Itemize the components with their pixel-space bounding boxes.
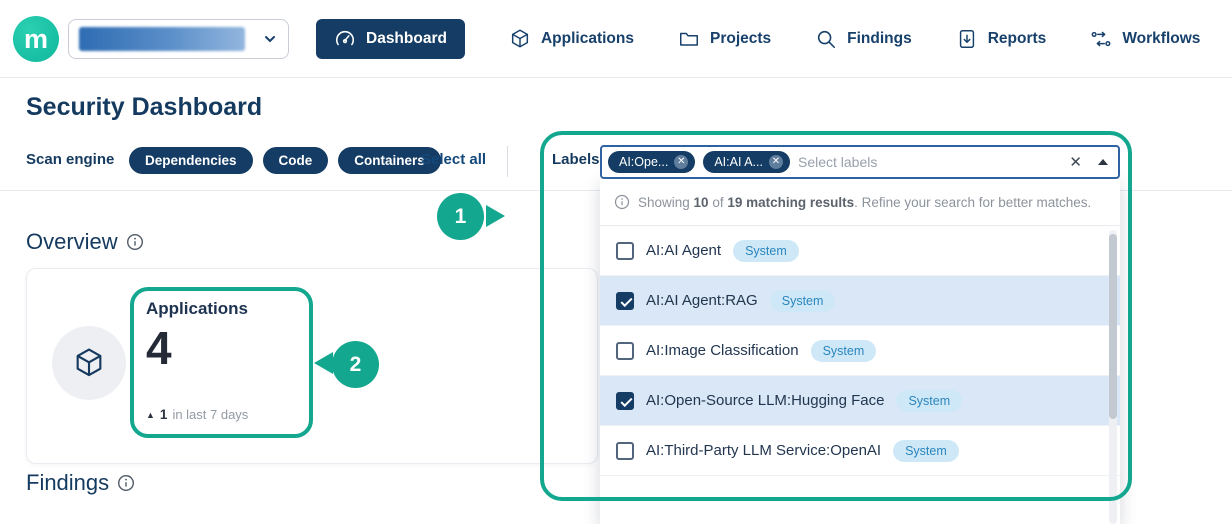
nav-item-projects[interactable]: Projects [678, 19, 771, 59]
labels-label: Labels [552, 151, 600, 168]
engine-pill-code[interactable]: Code [263, 147, 329, 174]
nav-item-findings[interactable]: Findings [815, 19, 912, 59]
system-badge: System [733, 240, 799, 262]
system-badge: System [893, 440, 959, 462]
cube-icon [509, 28, 531, 50]
checkbox[interactable] [616, 342, 634, 360]
chip-remove-icon[interactable]: ✕ [674, 155, 688, 169]
labels-dropdown-panel: Showing 10 of 19 matching results. Refin… [600, 179, 1120, 524]
clear-selection-icon[interactable]: ✕ [1069, 153, 1082, 171]
option-label: AI:Image Classification [646, 342, 799, 359]
scan-engine-label: Scan engine [26, 151, 114, 168]
brand-logo-letter: m [24, 24, 48, 55]
delta-caption: in last 7 days [172, 407, 248, 422]
select-all-link[interactable]: Select all [421, 151, 486, 168]
info-icon [614, 194, 630, 210]
organization-selector[interactable] [68, 19, 289, 59]
labels-placeholder: Select labels [798, 154, 1061, 170]
organization-name-redacted [79, 27, 245, 51]
engine-pill-dependencies[interactable]: Dependencies [129, 147, 253, 174]
labels-select-input[interactable]: AI:Ope... ✕ AI:AI A... ✕ Select labels ✕ [600, 145, 1120, 179]
nav-item-reports[interactable]: Reports [956, 19, 1047, 59]
label-option[interactable]: AI:Image Classification System [600, 326, 1120, 376]
brand-logo[interactable]: m [13, 16, 59, 62]
filter-divider [507, 146, 508, 177]
stat-delta: ▲ 1 in last 7 days [146, 407, 248, 422]
delta-value: 1 [160, 407, 168, 422]
nav-label: Dashboard [366, 30, 447, 48]
stat-title: Applications [146, 299, 248, 319]
stat-value: 4 [146, 323, 172, 374]
option-label: AI:AI Agent:RAG [646, 292, 758, 309]
checkbox[interactable] [616, 292, 634, 310]
report-document-icon [956, 28, 978, 50]
caret-up-icon[interactable] [1098, 159, 1108, 165]
label-chip[interactable]: AI:AI A... ✕ [703, 151, 790, 173]
checkbox[interactable] [616, 392, 634, 410]
dashboard-gauge-icon [334, 28, 356, 50]
callout-2-arrow [314, 352, 333, 374]
label-chip[interactable]: AI:Ope... ✕ [608, 151, 695, 173]
callout-2-number: 2 [332, 341, 379, 388]
findings-heading: Findings [26, 470, 135, 496]
nav-label: Findings [847, 30, 912, 48]
option-label: AI:AI Agent [646, 242, 721, 259]
nav-label: Reports [988, 30, 1047, 48]
folder-icon [678, 28, 700, 50]
system-badge: System [811, 340, 877, 362]
delta-up-icon: ▲ [146, 410, 155, 420]
option-label: AI:Open-Source LLM:Hugging Face [646, 392, 884, 409]
nav-label: Projects [710, 30, 771, 48]
dropdown-scrollbar-track[interactable] [1109, 230, 1117, 524]
applications-stat-card: Applications 4 ▲ 1 in last 7 days [26, 268, 598, 464]
magnifier-icon [815, 28, 837, 50]
label-option[interactable]: AI:Open-Source LLM:Hugging Face System [600, 376, 1120, 426]
overview-heading-text: Overview [26, 229, 118, 255]
summary-text: Showing 10 of 19 matching results. Refin… [638, 195, 1091, 210]
dropdown-scrollbar-thumb[interactable] [1109, 234, 1117, 419]
label-chip-text: AI:Ope... [619, 155, 668, 169]
cube-icon [72, 346, 106, 380]
card-icon-circle [52, 326, 126, 400]
nav-label: Workflows [1122, 30, 1200, 48]
info-icon[interactable] [126, 233, 144, 251]
page-title: Security Dashboard [26, 93, 262, 122]
callout-1-number: 1 [437, 193, 484, 240]
nav-label: Applications [541, 30, 634, 48]
callout-1-arrow [486, 205, 505, 227]
option-label: AI:Third-Party LLM Service:OpenAI [646, 442, 881, 459]
system-badge: System [770, 290, 836, 312]
results-summary: Showing 10 of 19 matching results. Refin… [600, 179, 1120, 226]
findings-heading-text: Findings [26, 470, 109, 496]
workflow-icon [1090, 28, 1112, 50]
chevron-down-icon [262, 31, 278, 47]
chip-remove-icon[interactable]: ✕ [769, 155, 783, 169]
checkbox[interactable] [616, 242, 634, 260]
scan-engine-pills: Dependencies Code Containers [129, 147, 441, 174]
label-chip-text: AI:AI A... [714, 155, 763, 169]
nav-item-applications[interactable]: Applications [509, 19, 634, 59]
main-nav: Dashboard Applications Projects Findings… [316, 19, 1200, 59]
info-icon[interactable] [117, 474, 135, 492]
system-badge: System [896, 390, 962, 412]
label-option[interactable]: AI:AI Agent:RAG System [600, 276, 1120, 326]
label-option[interactable]: AI:Third-Party LLM Service:OpenAI System [600, 426, 1120, 476]
nav-item-workflows[interactable]: Workflows [1090, 19, 1200, 59]
label-option[interactable]: AI:AI Agent System [600, 226, 1120, 276]
checkbox[interactable] [616, 442, 634, 460]
nav-item-dashboard[interactable]: Dashboard [316, 19, 465, 59]
overview-heading: Overview [26, 229, 144, 255]
top-navigation-bar: m Dashboard Applications Projects [0, 0, 1232, 78]
